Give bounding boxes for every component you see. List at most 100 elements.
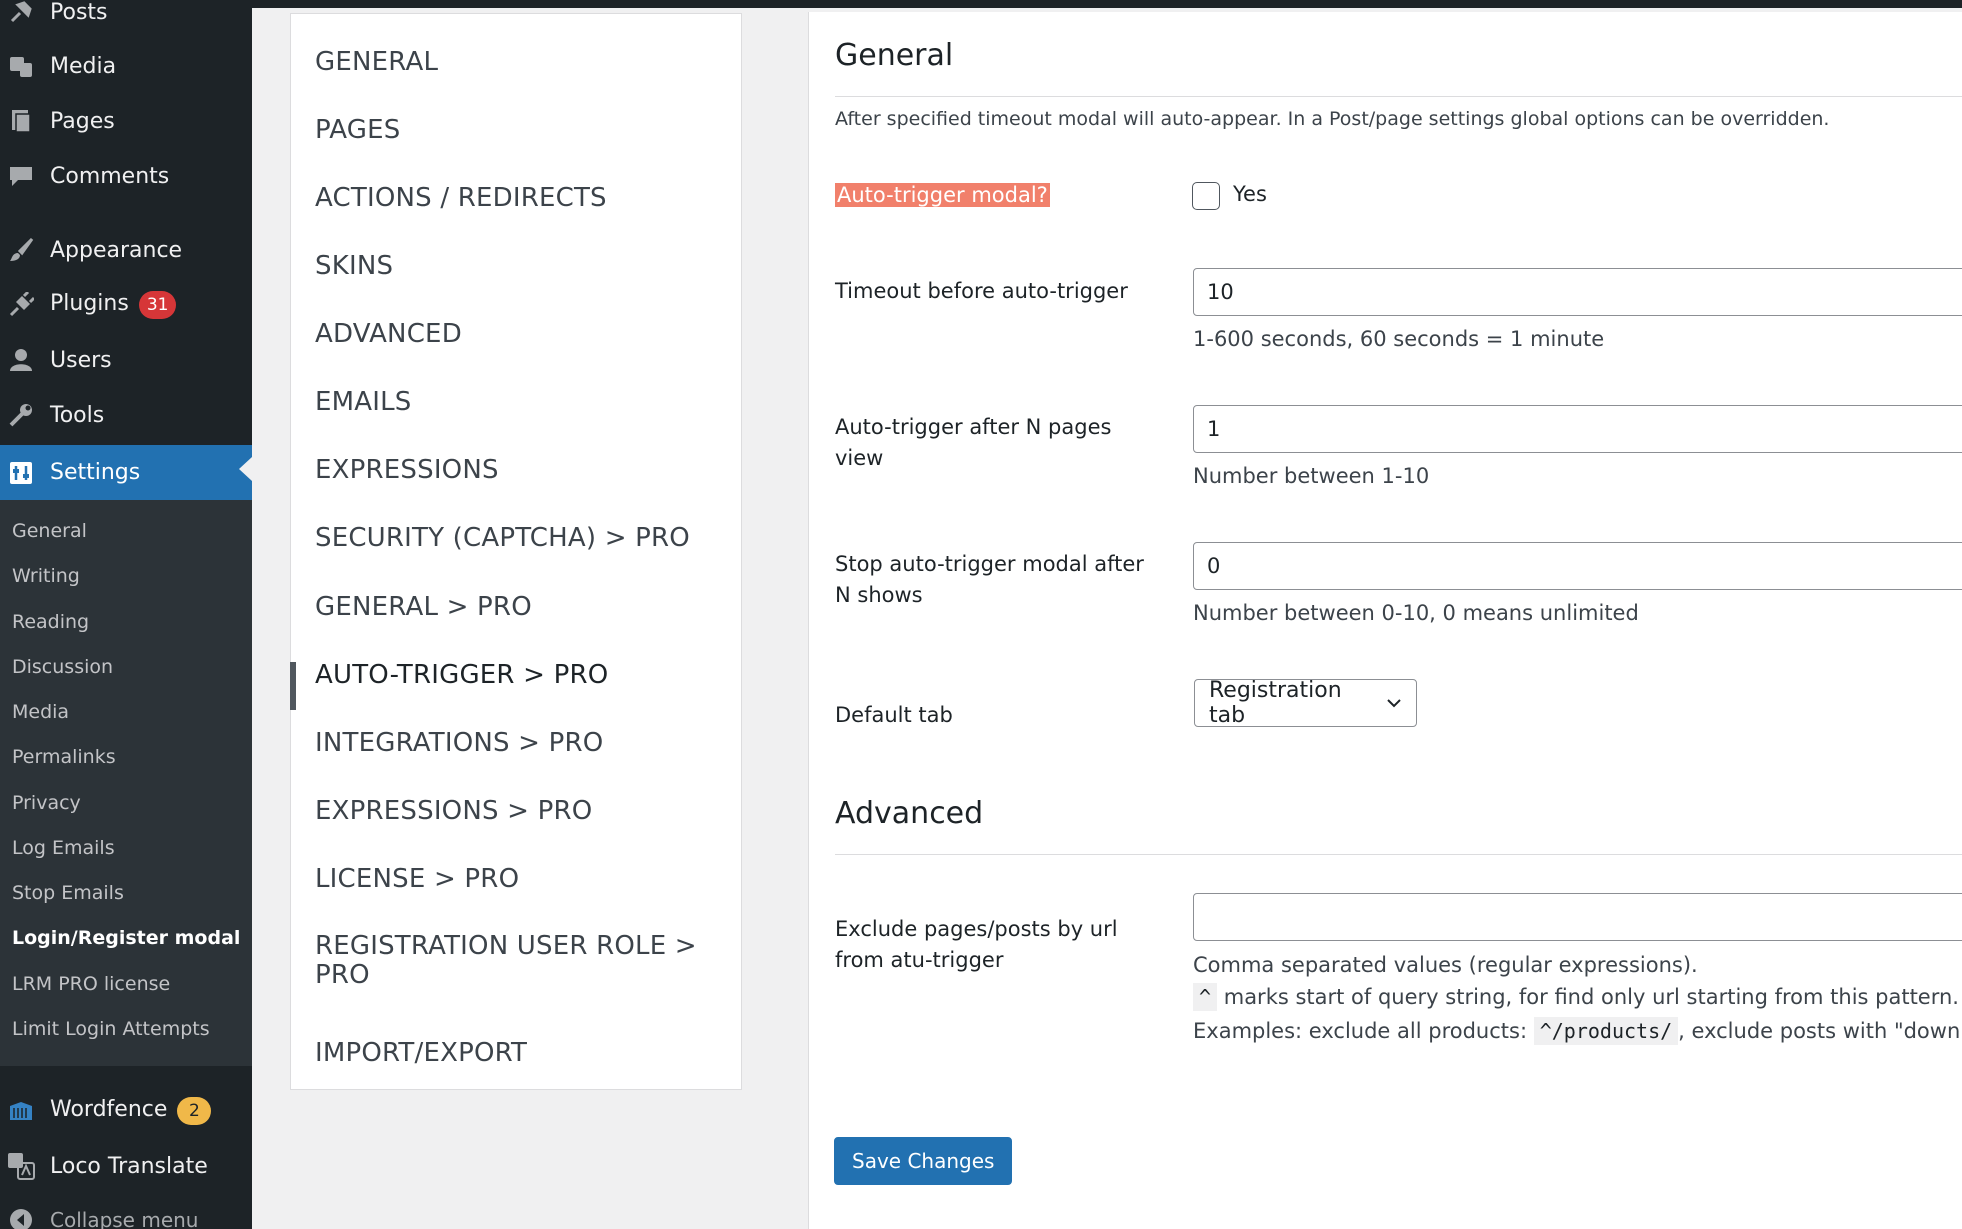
menu-item-loco-translate[interactable]: Loco Translate (0, 1142, 252, 1190)
wordfence-icon (6, 1096, 36, 1126)
menu-item-settings[interactable]: Settings (0, 445, 252, 500)
timeout-description: 1-600 seconds, 60 seconds = 1 minute (1193, 327, 1605, 351)
menu-item-comments[interactable]: Comments (0, 152, 252, 200)
exclude-label: Exclude pages/posts by url from atu-trig… (835, 917, 1118, 972)
menu-item-tools[interactable]: Tools (0, 391, 252, 439)
pin-icon (6, 0, 36, 27)
stop-after-label: Stop auto-trigger modal after N shows (835, 552, 1144, 607)
settings-content: General After specified timeout modal wi… (808, 12, 1962, 1229)
caret-note-text: marks start of query string, for find on… (1223, 985, 1959, 1009)
caret-code: ^ (1193, 983, 1218, 1011)
tab-skins[interactable]: SKINS (315, 252, 393, 281)
exclude-examples: Examples: exclude all products: ^/produc… (1193, 1017, 1962, 1045)
pages-view-label: Auto-trigger after N pages view (835, 415, 1112, 470)
pages-view-description: Number between 1-10 (1193, 464, 1430, 488)
admin-menu: Posts Media Pages Comments Appearance Pl… (0, 0, 252, 1229)
tab-expressions[interactable]: EXPRESSIONS (315, 456, 499, 485)
auto-trigger-yes-label[interactable]: Yes (1233, 182, 1267, 206)
settings-submenu: General Writing Reading Discussion Media… (0, 500, 252, 1066)
tab-auto-trigger-pro[interactable]: AUTO-TRIGGER > PRO (315, 661, 608, 690)
menu-label: Collapse menu (50, 1208, 199, 1229)
menu-item-posts[interactable]: Posts (0, 0, 252, 36)
tab-actions-redirects[interactable]: ACTIONS / REDIRECTS (315, 184, 607, 213)
menu-label: Tools (50, 402, 105, 428)
menu-item-plugins[interactable]: Plugins 31 (0, 281, 252, 329)
plugins-label: Plugins (50, 291, 129, 316)
chevron-down-icon (1386, 698, 1402, 708)
tab-general[interactable]: GENERAL (315, 48, 438, 77)
exclude-description: Comma separated values (regular expressi… (1193, 953, 1698, 977)
products-code: ^/products/ (1533, 1017, 1679, 1045)
tab-general-pro[interactable]: GENERAL > PRO (315, 593, 532, 622)
default-tab-label: Default tab (835, 703, 953, 727)
user-icon (6, 345, 36, 375)
wrench-icon (6, 400, 36, 430)
submenu-writing[interactable]: Writing (12, 565, 80, 587)
menu-label: Users (50, 347, 112, 373)
menu-item-appearance[interactable]: Appearance (0, 226, 252, 274)
menu-item-users[interactable]: Users (0, 336, 252, 384)
menu-item-pages[interactable]: Pages (0, 97, 252, 145)
menu-label: Loco Translate (50, 1153, 208, 1179)
submenu-permalinks[interactable]: Permalinks (12, 746, 116, 768)
tab-license-pro[interactable]: LICENSE > PRO (315, 865, 519, 894)
tab-emails[interactable]: EMAILS (315, 388, 412, 417)
active-tab-marker (290, 662, 296, 710)
menu-label: Media (50, 53, 117, 79)
advanced-heading: Advanced (835, 796, 984, 831)
submenu-general[interactable]: General (12, 520, 87, 542)
menu-item-media[interactable]: Media (0, 42, 252, 90)
menu-label: Comments (50, 163, 170, 189)
wordfence-badge: 2 (177, 1097, 212, 1125)
pages-view-input[interactable] (1193, 405, 1962, 453)
general-heading: General (835, 38, 954, 73)
comment-icon (6, 161, 36, 191)
submenu-discussion[interactable]: Discussion (12, 656, 113, 678)
submenu-log-emails[interactable]: Log Emails (12, 837, 115, 859)
tab-expressions-pro[interactable]: EXPRESSIONS > PRO (315, 797, 592, 826)
settings-tabs-nav: GENERAL PAGES ACTIONS / REDIRECTS SKINS … (290, 13, 742, 1090)
tab-registration-user-role-pro[interactable]: REGISTRATION USER ROLE > PRO (315, 932, 715, 990)
stop-after-input[interactable] (1193, 542, 1962, 590)
stop-after-description: Number between 0-10, 0 means unlimited (1193, 601, 1639, 625)
tab-import-export[interactable]: IMPORT/EXPORT (315, 1039, 527, 1068)
media-icon (6, 51, 36, 81)
menu-item-wordfence[interactable]: Wordfence 2 (0, 1087, 252, 1135)
submenu-privacy[interactable]: Privacy (12, 792, 81, 814)
translate-icon (6, 1151, 36, 1181)
auto-trigger-checkbox[interactable] (1192, 182, 1220, 210)
submenu-media[interactable]: Media (12, 701, 69, 723)
general-description: After specified timeout modal will auto-… (835, 108, 1830, 130)
exclude-caret-note: ^ marks start of query string, for find … (1193, 983, 1959, 1011)
menu-label: Settings (50, 460, 141, 485)
default-tab-select[interactable]: Registration tab (1194, 678, 1417, 728)
tab-security-captcha-pro[interactable]: SECURITY (CAPTCHA) > PRO (315, 524, 690, 553)
wordfence-label: Wordfence (50, 1097, 168, 1122)
submenu-limit-login-attempts[interactable]: Limit Login Attempts (12, 1018, 210, 1040)
plug-icon (6, 290, 36, 320)
auto-trigger-label-text: Auto-trigger modal? (835, 183, 1050, 207)
section-divider (835, 96, 1962, 97)
settings-icon (6, 458, 36, 488)
brush-icon (6, 235, 36, 265)
admin-bar-edge (252, 0, 1962, 8)
timeout-input[interactable] (1193, 268, 1962, 316)
exclude-urls-input[interactable] (1193, 893, 1962, 941)
submenu-stop-emails[interactable]: Stop Emails (12, 882, 124, 904)
collapse-menu-button[interactable]: Collapse menu (0, 1196, 252, 1229)
section-divider (835, 854, 1962, 855)
pages-icon (6, 106, 36, 136)
collapse-icon (6, 1205, 36, 1229)
submenu-reading[interactable]: Reading (12, 611, 89, 633)
submenu-lrm-pro-license[interactable]: LRM PRO license (12, 973, 170, 995)
save-changes-button[interactable]: Save Changes (834, 1137, 1013, 1185)
tab-pages[interactable]: PAGES (315, 116, 400, 145)
menu-label: Pages (50, 108, 115, 134)
default-tab-selected: Registration tab (1209, 678, 1342, 728)
menu-label: Appearance (50, 237, 183, 263)
submenu-login-register-modal[interactable]: Login/Register modal (12, 927, 240, 949)
tab-advanced[interactable]: ADVANCED (315, 320, 462, 349)
plugins-update-badge: 31 (138, 291, 177, 319)
menu-label: Posts (50, 0, 108, 25)
tab-integrations-pro[interactable]: INTEGRATIONS > PRO (315, 729, 603, 758)
